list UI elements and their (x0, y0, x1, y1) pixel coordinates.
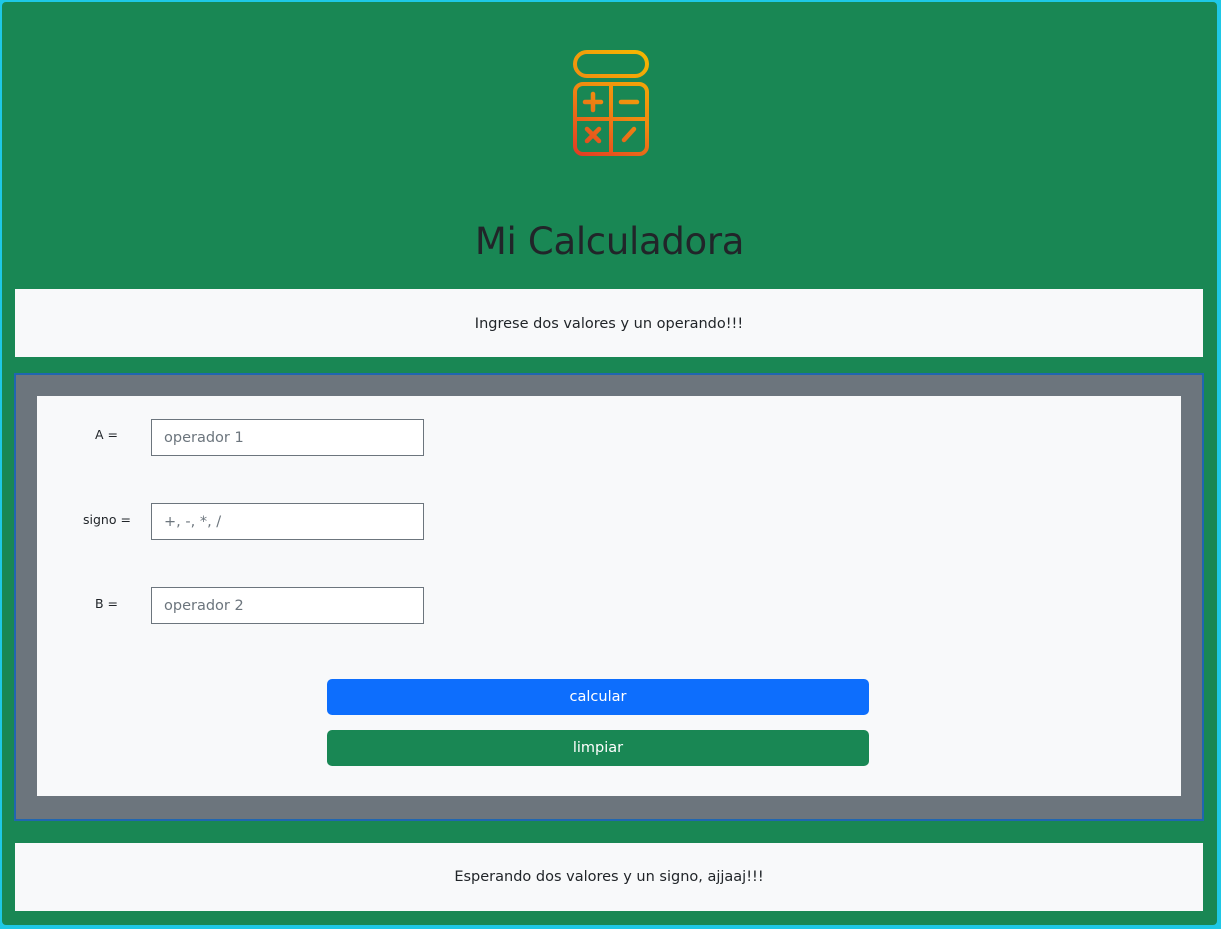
clear-button[interactable]: limpiar (327, 730, 869, 766)
operand-b-input[interactable] (151, 587, 424, 624)
result-banner: Esperando dos valores y un signo, ajjaaj… (15, 843, 1203, 911)
label-a: A = (95, 427, 118, 442)
app-container: Mi Calculadora Ingrese dos valores y un … (2, 2, 1217, 925)
calculator-icon (572, 49, 652, 157)
label-b: B = (95, 596, 119, 611)
calculator-form: A = signo = B = calcular limpiar (37, 396, 1181, 796)
calculator-panel: A = signo = B = calcular limpiar (14, 373, 1204, 821)
operator-input[interactable] (151, 503, 424, 540)
instruction-banner: Ingrese dos valores y un operando!!! (15, 289, 1203, 357)
calculate-button[interactable]: calcular (327, 679, 869, 715)
label-sign: signo = (83, 512, 131, 527)
instruction-text: Ingrese dos valores y un operando!!! (474, 316, 744, 332)
result-text: Esperando dos valores y un signo, ajjaaj… (454, 869, 764, 885)
page-title: Mi Calculadora (474, 220, 745, 263)
operand-a-input[interactable] (151, 419, 424, 456)
